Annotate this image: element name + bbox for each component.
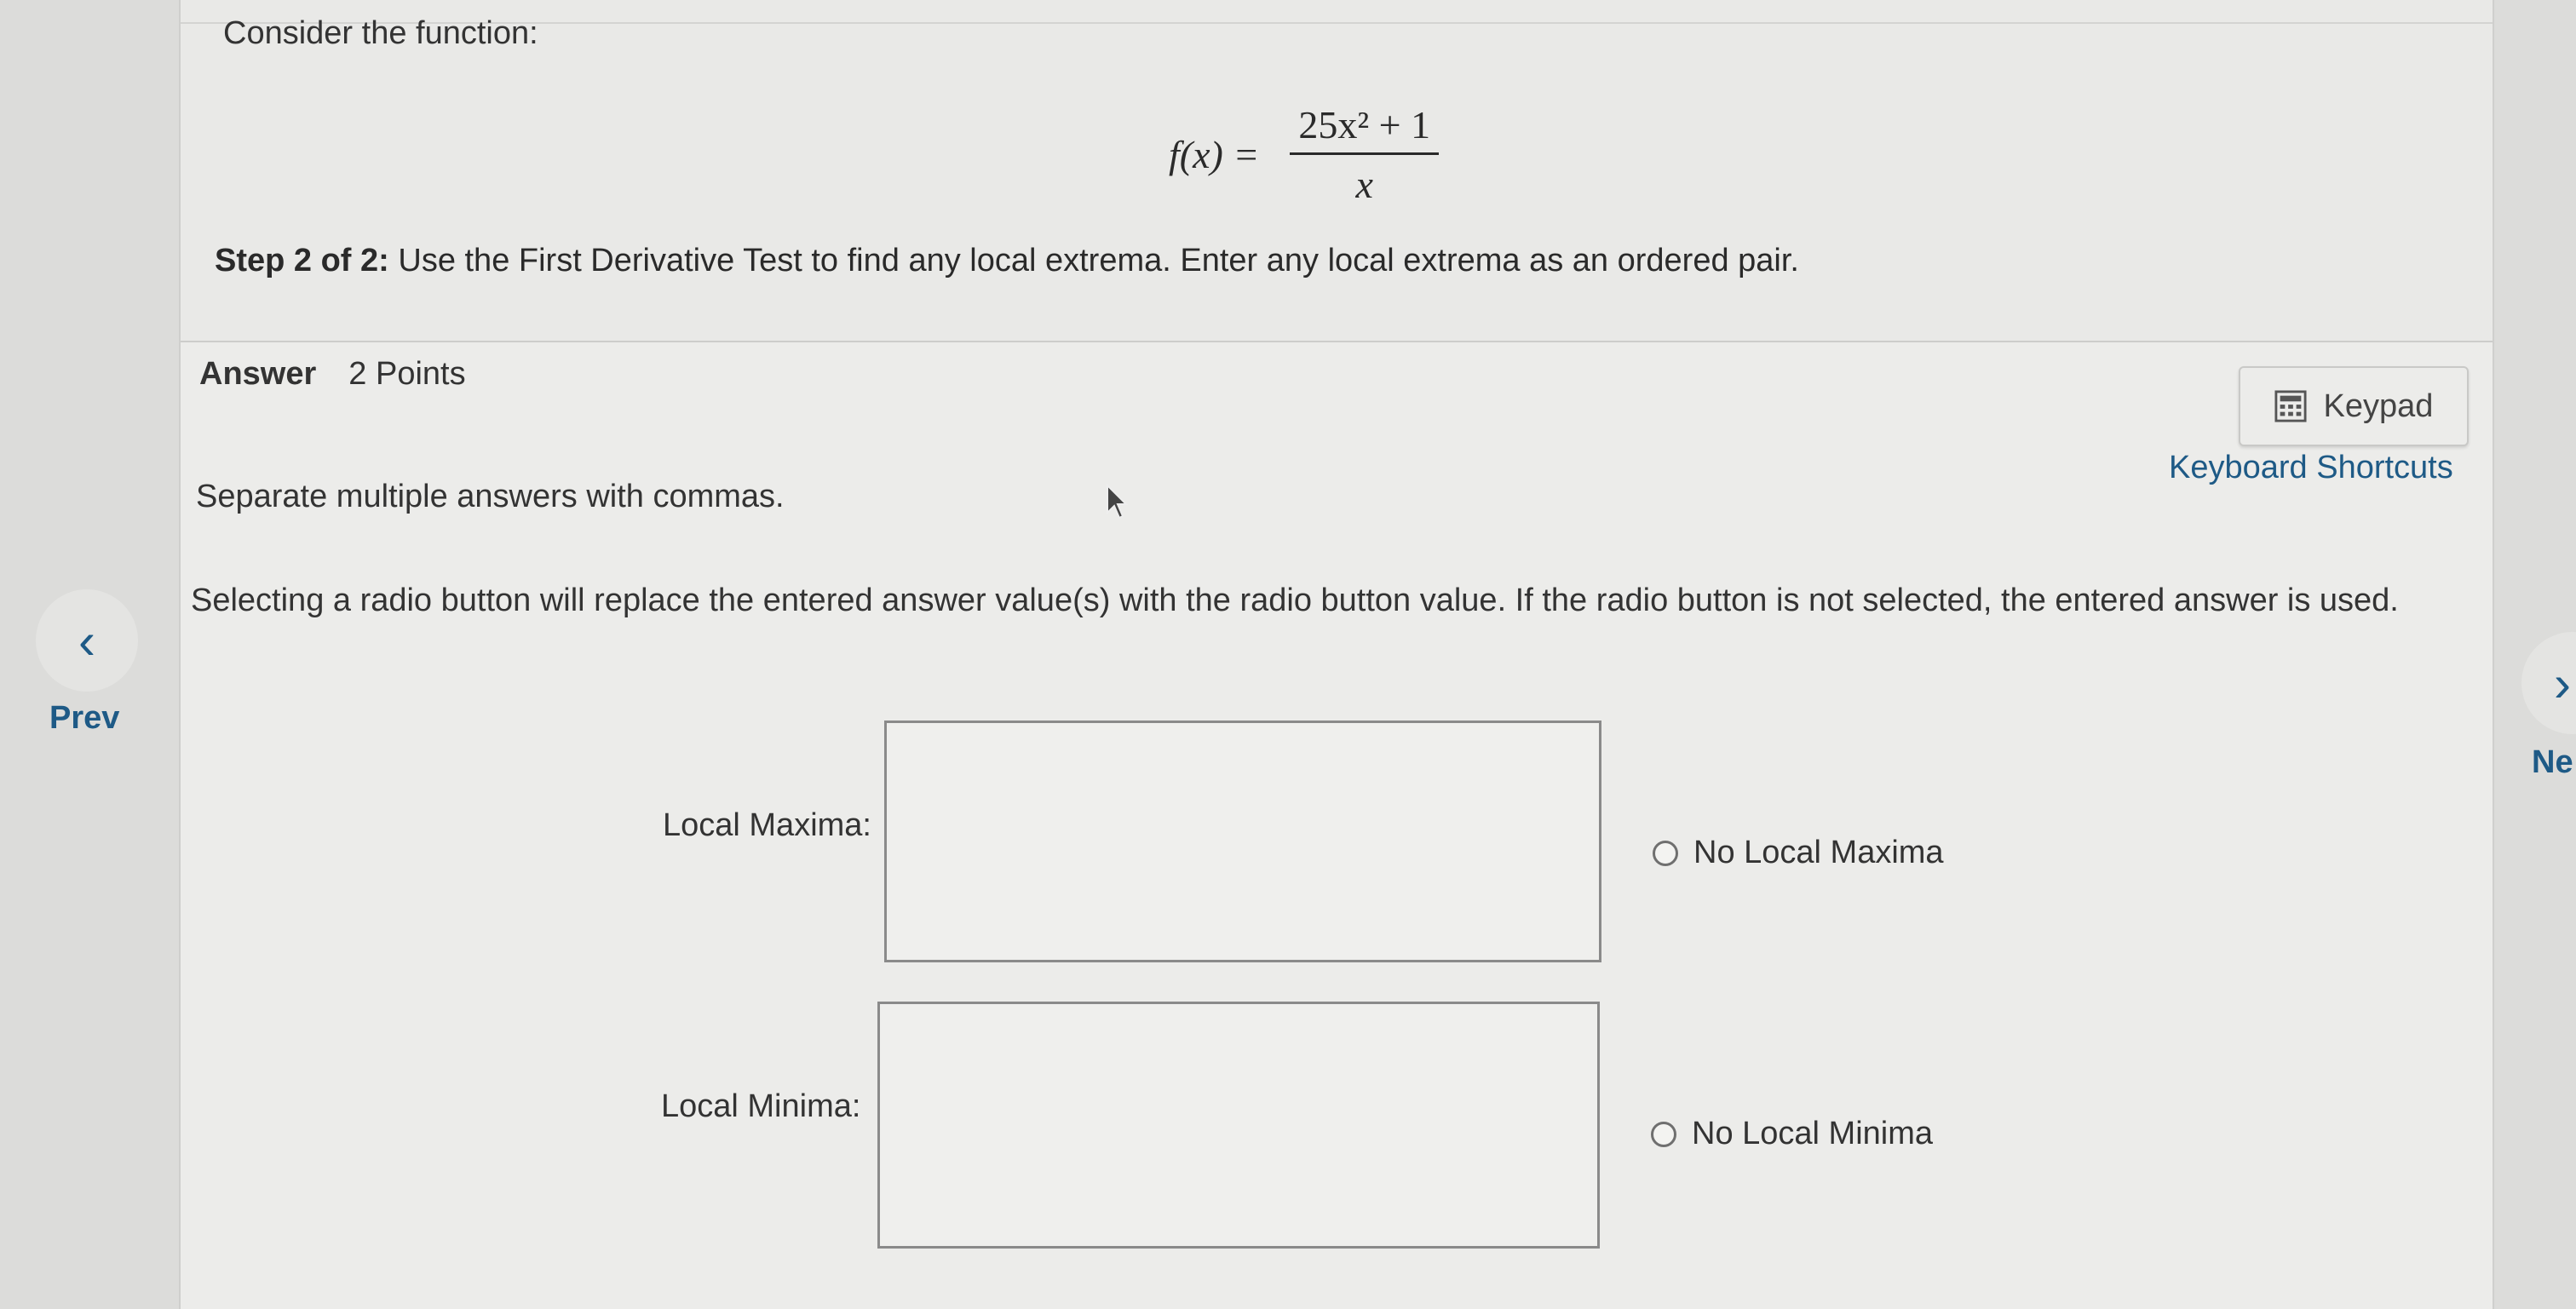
page: ‹ Prev › Ne Consider the function: f(x) … [0,0,2576,1309]
answer-instruction: Separate multiple answers with commas. [196,479,785,514]
formula-denominator: x [1355,163,1373,206]
question-intro: Consider the function: [223,15,538,51]
no-local-minima-label[interactable]: No Local Minima [1692,1116,1933,1152]
calculator-icon [2274,390,2307,422]
no-local-maxima-option[interactable]: No Local Maxima [1653,835,1944,871]
prev-label[interactable]: Prev [49,700,119,737]
no-local-minima-radio[interactable] [1651,1121,1676,1147]
formula-lhs: f(x) = [1169,133,1260,176]
local-maxima-label: Local Maxima: [663,807,871,843]
local-minima-input[interactable] [877,1002,1600,1249]
function-formula: f(x) = 25x² + 1 x [1169,102,1440,207]
no-local-minima-option[interactable]: No Local Minima [1651,1116,1933,1152]
question-content: Consider the function: f(x) = 25x² + 1 x… [179,0,2494,1309]
step-instruction: Step 2 of 2: Use the First Derivative Te… [215,243,1799,279]
local-maxima-input[interactable] [884,721,1601,962]
step-text: Use the First Derivative Test to find an… [388,243,1799,278]
next-label[interactable]: Ne [2532,744,2573,781]
chevron-left-icon: ‹ [78,611,95,669]
prev-button[interactable]: ‹ [36,589,138,692]
formula-numerator: 25x² + 1 [1290,102,1440,155]
question-panel: Consider the function: f(x) = 25x² + 1 x… [181,0,2493,342]
no-local-maxima-label[interactable]: No Local Maxima [1693,835,1944,871]
no-local-maxima-radio[interactable] [1653,840,1678,866]
step-label: Step 2 of 2: [215,243,389,278]
radio-replace-note: Selecting a radio button will replace th… [191,583,2399,618]
answer-points: 2 Points [348,356,466,392]
answer-heading: Answer 2 Points [199,356,466,393]
keypad-label: Keypad [2323,388,2434,424]
chevron-right-icon: › [2554,654,2571,712]
answer-title: Answer [199,356,317,392]
mouse-cursor-icon [1107,484,1128,520]
keyboard-shortcuts-link[interactable]: Keyboard Shortcuts [2169,450,2453,486]
formula-fraction: 25x² + 1 x [1290,102,1440,207]
local-minima-label: Local Minima: [661,1088,861,1124]
keypad-button[interactable]: Keypad [2239,366,2469,446]
